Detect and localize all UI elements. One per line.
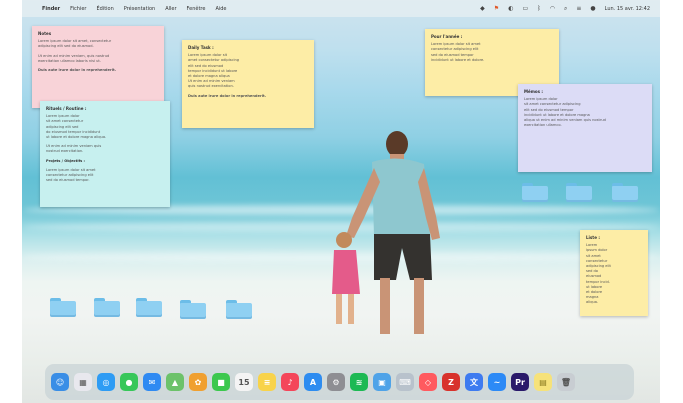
dropbox-icon[interactable]: ◆: [480, 5, 485, 12]
folder-icon[interactable]: [226, 300, 252, 319]
menu-item-fichier[interactable]: Fichier: [70, 6, 86, 12]
dock-icon-aper-u[interactable]: ▣: [373, 373, 391, 391]
folder-icon[interactable]: [612, 183, 638, 202]
menu-clock[interactable]: Lun. 15 avr. 12:42: [605, 6, 650, 12]
dock-icon-calendrier[interactable]: 15: [235, 373, 253, 391]
dock-icon-photos[interactable]: ✿: [189, 373, 207, 391]
dock-icon-notes[interactable]: ≡: [258, 373, 276, 391]
dock-icon-app-store[interactable]: A: [304, 373, 322, 391]
menu-item-fenetre[interactable]: Fenêtre: [187, 6, 206, 12]
dock-icon-facetime[interactable]: ■: [212, 373, 230, 391]
note-line: aliqua.: [586, 300, 599, 305]
note-line: sed do eiusmod tempor.: [46, 178, 90, 183]
sticky-note-daily-task[interactable]: Daily Task : Lorem ipsum dolor sit amet …: [182, 40, 314, 128]
folder-icon[interactable]: [180, 300, 206, 319]
dock-icon-safari[interactable]: ◎: [97, 373, 115, 391]
sticky-note-routine[interactable]: Rituels / Routine : Lorem ipsum dolor si…: [40, 101, 170, 207]
battery-icon[interactable]: ▭: [522, 5, 528, 12]
note-line: Duis aute irure dolor in reprehenderit.: [188, 93, 267, 98]
search-icon[interactable]: ⌕: [564, 5, 567, 13]
menu-item-aller[interactable]: Aller: [165, 6, 176, 12]
menu-item-aide[interactable]: Aide: [215, 6, 226, 12]
dock-icon-pense-b-tes[interactable]: ▤: [534, 373, 552, 391]
flag-icon[interactable]: ⚑: [494, 5, 499, 12]
menu-item-presentation[interactable]: Présentation: [124, 6, 155, 12]
sticky-note-notes[interactable]: Notes Lorem ipsum dolor sit amet, consec…: [32, 26, 164, 108]
menu-app-name[interactable]: Finder: [42, 6, 60, 12]
desktop-screen: Finder Fichier Édition Présentation Alle…: [22, 0, 660, 403]
dock-icon-launchpad[interactable]: ▦: [74, 373, 92, 391]
folder-icon[interactable]: [136, 298, 162, 317]
sticky-note-memos[interactable]: Mémos : Lorem ipsum dolor sit amet conse…: [518, 84, 652, 172]
control-center-icon[interactable]: ≡: [576, 5, 581, 12]
menu-item-edition[interactable]: Édition: [96, 6, 113, 12]
dock-icon-plans[interactable]: ▲: [166, 373, 184, 391]
bluetooth-icon[interactable]: ᛒ: [537, 5, 541, 12]
dock-icon-spotify[interactable]: ≋: [350, 373, 368, 391]
wifi-icon[interactable]: ◠: [550, 5, 555, 12]
note-title: Pour l'année :: [431, 34, 463, 39]
dock-icon-mail[interactable]: ✉: [143, 373, 161, 391]
note-title: Daily Task :: [188, 45, 214, 50]
folder-icon[interactable]: [566, 183, 592, 202]
dock-icon-airbnb[interactable]: ◇: [419, 373, 437, 391]
note-title: Rituels / Routine :: [46, 106, 87, 111]
sticky-note-liste[interactable]: Liste : Lorem ipsum dolor sit amet conse…: [580, 230, 648, 316]
note-line: exercitation ullamco.: [524, 123, 562, 128]
menu-extra-icon[interactable]: ◐: [508, 5, 513, 12]
dock: ☺ ▦ ◎ ● ✉ ▲ ✿ ■ 15 ≡ ♪ A ⚙ ≋ ▣ ⌨ ◇ Z 文 ~ Pr ▤ 🗑: [45, 364, 634, 400]
wallpaper-people-image: [332, 131, 440, 334]
dock-icon-corbeille[interactable]: 🗑: [557, 373, 575, 391]
note-title: Mémos :: [524, 89, 543, 94]
dock-icon-zotero[interactable]: Z: [442, 373, 460, 391]
menu-bar: Finder Fichier Édition Présentation Alle…: [22, 0, 660, 17]
note-title: Liste :: [586, 235, 600, 240]
dock-icon-messenger[interactable]: ~: [488, 373, 506, 391]
dock-icon-traduction[interactable]: 文: [465, 373, 483, 391]
dock-icon-r-glages[interactable]: ⚙: [327, 373, 345, 391]
folder-icon[interactable]: [50, 298, 76, 317]
dock-icon-finder[interactable]: ☺: [51, 373, 69, 391]
note-line: incididunt ut labore et dolore.: [431, 57, 485, 62]
dock-icon-premiere-pro[interactable]: Pr: [511, 373, 529, 391]
note-title: Notes: [38, 31, 52, 36]
folder-icon[interactable]: [522, 183, 548, 202]
dock-icon-messages[interactable]: ●: [120, 373, 138, 391]
siri-icon[interactable]: ●: [590, 5, 595, 12]
dock-icon-musique[interactable]: ♪: [281, 373, 299, 391]
folder-icon[interactable]: [94, 298, 120, 317]
dock-icon-clavier[interactable]: ⌨: [396, 373, 414, 391]
note-line: Duis aute irure dolor in reprehenderit.: [38, 68, 117, 73]
